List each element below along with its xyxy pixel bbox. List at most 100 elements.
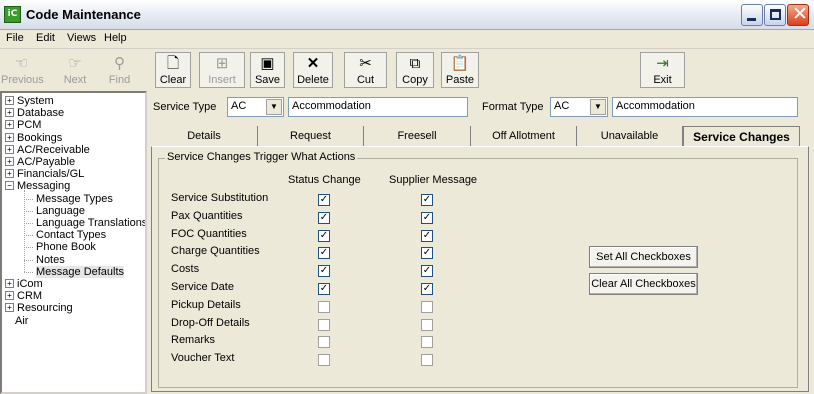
supplier-message-checkbox[interactable] <box>421 300 433 313</box>
tree-connector <box>24 271 33 273</box>
collapse-icon[interactable]: − <box>5 181 14 191</box>
supplier-message-checkbox[interactable]: ✓ <box>421 247 433 260</box>
service-type-description[interactable]: Accommodation <box>288 97 468 117</box>
chevron-down-icon[interactable]: ▼ <box>266 99 282 115</box>
tree-item-label: Phone Book <box>36 241 96 254</box>
tab-service-changes[interactable]: Service Changes <box>683 126 800 146</box>
navigation-tree[interactable]: + System + Database + PCM + Bookings + AC/Receiva… <box>0 91 147 394</box>
status-change-checkbox[interactable]: ✓ <box>318 265 330 278</box>
service-type-select[interactable]: AC ▼ <box>227 97 284 117</box>
format-type-select[interactable]: AC ▼ <box>550 97 608 117</box>
find-button[interactable]: ⚲ Find <box>103 52 136 88</box>
expand-icon[interactable]: + <box>5 132 14 142</box>
row-label: FOC Quantities <box>171 227 247 240</box>
tree-item-system[interactable]: + System <box>5 95 54 108</box>
insert-button[interactable]: ⊞ Insert <box>199 52 245 88</box>
clear-all-checkboxes-button[interactable]: Clear All Checkboxes <box>589 273 698 295</box>
tab-unavailable[interactable]: Unavailable <box>577 126 683 146</box>
supplier-message-checkbox[interactable]: ✓ <box>421 265 433 278</box>
tab-off-allotment[interactable]: Off Allotment <box>471 126 577 146</box>
expand-icon[interactable]: + <box>5 291 14 301</box>
exit-button[interactable]: ⇥ Exit <box>640 52 685 88</box>
status-change-checkbox[interactable] <box>318 336 330 349</box>
tree-item-phone-book[interactable]: Phone Book <box>36 241 96 254</box>
menu-views[interactable]: Views <box>67 32 96 44</box>
supplier-message-checkbox[interactable] <box>421 336 433 349</box>
status-change-checkbox[interactable] <box>318 300 330 313</box>
tree-item-messaging[interactable]: − Messaging <box>5 180 70 193</box>
insert-icon: ⊞ <box>215 55 229 72</box>
tree-item-message-types[interactable]: Message Types <box>36 193 113 206</box>
expand-icon[interactable]: + <box>5 144 14 154</box>
tree-item-ac-payable[interactable]: + AC/Payable <box>5 156 75 169</box>
expand-icon[interactable]: + <box>5 157 14 166</box>
tree-item-notes[interactable]: Notes <box>36 254 65 267</box>
paste-button[interactable]: 📋 Paste <box>441 52 479 88</box>
menu-file[interactable]: File <box>6 32 24 44</box>
tree-item-air[interactable]: Air <box>15 315 28 328</box>
maximize-button[interactable] <box>764 4 786 26</box>
main-panel: Service Type AC ▼ Accommodation Format T… <box>149 91 814 394</box>
tree-connector <box>24 198 33 200</box>
menu-edit[interactable]: Edit <box>36 32 55 44</box>
copy-icon: ⧉ <box>409 55 421 72</box>
status-change-checkbox[interactable]: ✓ <box>318 283 330 295</box>
tree-item-contact-types[interactable]: Contact Types <box>36 229 106 242</box>
status-change-checkbox[interactable]: ✓ <box>318 211 330 224</box>
format-type-description[interactable]: Accommodation <box>612 97 798 117</box>
status-change-checkbox[interactable]: ✓ <box>318 247 330 260</box>
expand-icon[interactable]: + <box>5 169 14 179</box>
set-all-checkboxes-button[interactable]: Set All Checkboxes <box>589 246 698 268</box>
expand-icon[interactable]: + <box>5 303 14 313</box>
supplier-message-checkbox[interactable] <box>421 354 433 367</box>
supplier-message-checkbox[interactable]: ✓ <box>421 283 433 295</box>
exit-door-icon: ⇥ <box>656 55 669 72</box>
supplier-message-checkbox[interactable]: ✓ <box>421 194 433 206</box>
title-bar[interactable]: iC Code Maintenance ✕ <box>0 0 814 30</box>
tree-item-financials-gl[interactable]: + Financials/GL <box>5 168 84 181</box>
tree-item-label: AC/Receivable <box>17 143 90 156</box>
tree-item-language[interactable]: Language <box>36 205 85 218</box>
tab-details[interactable]: Details <box>151 126 258 146</box>
tree-item-pcm[interactable]: + PCM <box>5 119 41 132</box>
chevron-down-icon[interactable]: ▼ <box>590 99 606 115</box>
tree-item-ac-receivable[interactable]: + AC/Receivable <box>5 144 90 157</box>
window-title: Code Maintenance <box>26 7 141 22</box>
tree-item-resourcing[interactable]: + Resourcing <box>5 302 73 315</box>
tree-item-language-translations[interactable]: Language Translations <box>36 217 145 230</box>
tree-item-bookings[interactable]: + Bookings <box>5 132 62 145</box>
tree-item-icom[interactable]: + iCom <box>5 278 43 291</box>
tree-item-message-defaults[interactable]: Message Defaults <box>36 265 125 279</box>
expand-icon[interactable]: + <box>5 279 14 288</box>
menu-help[interactable]: Help <box>104 32 127 44</box>
tree-item-database[interactable]: + Database <box>5 107 64 120</box>
clear-button[interactable]: 🗋 Clear <box>155 52 191 88</box>
cut-button[interactable]: ✂ Cut <box>344 52 387 88</box>
supplier-message-checkbox[interactable]: ✓ <box>421 211 433 224</box>
expand-icon[interactable]: + <box>5 120 14 130</box>
expand-icon[interactable]: + <box>5 96 14 105</box>
status-change-checkbox[interactable] <box>318 354 330 367</box>
service-type-label: Service Type <box>153 101 217 113</box>
tab-request[interactable]: Request <box>258 126 364 146</box>
tree-connector <box>24 259 33 261</box>
supplier-message-checkbox[interactable]: ✓ <box>421 229 433 242</box>
status-change-checkbox[interactable]: ✓ <box>318 229 330 242</box>
save-button[interactable]: ▣ Save <box>250 52 285 88</box>
close-button[interactable]: ✕ <box>787 3 809 26</box>
tab-freesell[interactable]: Freesell <box>364 126 471 146</box>
status-change-checkbox[interactable] <box>318 318 330 331</box>
expand-icon[interactable]: + <box>5 108 14 118</box>
tree-item-label: Contact Types <box>36 229 107 242</box>
delete-button[interactable]: ✕ Delete <box>293 52 333 88</box>
supplier-message-checkbox[interactable] <box>421 318 433 331</box>
row-label: Voucher Text <box>171 352 235 365</box>
next-button[interactable]: ☞ Next <box>55 52 95 88</box>
status-change-header: Status Change <box>288 174 361 186</box>
close-icon: ✕ <box>792 3 808 25</box>
copy-button[interactable]: ⧉ Copy <box>396 52 434 88</box>
status-change-checkbox[interactable]: ✓ <box>318 194 330 206</box>
tree-item-crm[interactable]: + CRM <box>5 290 42 303</box>
minimize-button[interactable] <box>741 4 763 26</box>
previous-button[interactable]: ☜ Previous <box>0 52 44 88</box>
